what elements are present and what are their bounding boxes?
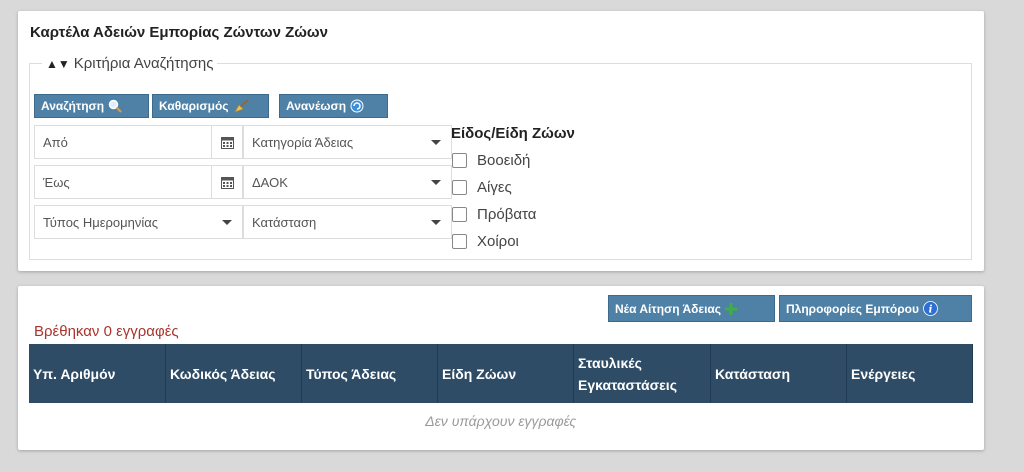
species-label: Πρόβατα: [477, 206, 537, 223]
species-title: Είδος/Είδη Ζώων: [451, 125, 575, 142]
species-option-cattle[interactable]: Βοοειδή: [452, 152, 530, 169]
column-header[interactable]: Τύπος Άδειας: [301, 344, 438, 403]
checkbox[interactable]: [452, 234, 467, 249]
column-header[interactable]: Κατάσταση: [710, 344, 847, 403]
collapse-arrows-icon[interactable]: ▲▼: [46, 57, 70, 71]
checkbox[interactable]: [452, 180, 467, 195]
date-to-placeholder: Έως: [43, 174, 70, 190]
clear-button[interactable]: Καθαρισμός: [152, 94, 269, 118]
search-button-label: Αναζήτηση: [41, 99, 105, 113]
results-panel: Νέα Αίτηση Άδειας Πληροφορίες Εμπόρου i …: [18, 286, 984, 450]
refresh-button-label: Ανανέωση: [286, 99, 347, 113]
chevron-down-icon: [421, 126, 451, 158]
table-header-row: Υπ. Αριθμόν Κωδικός Άδειας Τύπος Άδειας …: [29, 344, 973, 403]
calendar-icon[interactable]: [211, 166, 242, 198]
new-request-label: Νέα Αίτηση Άδειας: [615, 301, 722, 316]
license-category-value: Κατηγορία Άδειας: [252, 134, 354, 150]
criteria-legend-label: Κριτήρια Αναζήτησης: [73, 55, 214, 72]
checkbox[interactable]: [452, 153, 467, 168]
chevron-down-icon: [421, 166, 451, 198]
merchant-info-button[interactable]: Πληροφορίες Εμπόρου i: [779, 295, 972, 322]
clear-button-label: Καθαρισμός: [159, 99, 229, 113]
license-category-select[interactable]: Κατηγορία Άδειας: [243, 125, 452, 159]
magnifier-icon: [108, 99, 122, 113]
table-row: Δεν υπάρχουν εγγραφές: [29, 403, 973, 439]
date-from-placeholder: Από: [43, 134, 68, 150]
column-header[interactable]: Είδη Ζώων: [437, 344, 574, 403]
empty-table-message: Δεν υπάρχουν εγγραφές: [425, 413, 577, 429]
species-option-pigs[interactable]: Χοίροι: [452, 233, 519, 250]
species-label: Βοοειδή: [477, 152, 531, 169]
plus-icon: [725, 302, 738, 315]
calendar-icon[interactable]: [211, 126, 242, 158]
column-header: Ενέργειες: [846, 344, 973, 403]
species-label: Αίγες: [477, 179, 512, 196]
species-option-goats[interactable]: Αίγες: [452, 179, 512, 196]
new-license-request-button[interactable]: Νέα Αίτηση Άδειας: [608, 295, 775, 322]
info-icon: i: [923, 301, 938, 316]
column-header[interactable]: Υπ. Αριθμόν: [29, 344, 166, 403]
daok-value: ΔΑΟΚ: [252, 174, 288, 190]
criteria-legend[interactable]: ▲▼ Κριτήρια Αναζήτησης: [42, 55, 217, 72]
records-found-text: Βρέθηκαν 0 εγγραφές: [34, 323, 179, 340]
merchant-info-label: Πληροφορίες Εμπόρου: [786, 301, 919, 316]
search-button[interactable]: Αναζήτηση: [34, 94, 149, 118]
date-from-field[interactable]: Από: [34, 125, 243, 159]
checkbox[interactable]: [452, 207, 467, 222]
results-table: Υπ. Αριθμόν Κωδικός Άδειας Τύπος Άδειας …: [29, 344, 973, 439]
species-label: Χοίροι: [477, 233, 519, 250]
search-panel: Καρτέλα Αδειών Εμπορίας Ζώντων Ζώων ▲▼ Κρ…: [18, 11, 984, 271]
daok-select[interactable]: ΔΑΟΚ: [243, 165, 452, 199]
svg-text:i: i: [929, 305, 933, 316]
column-header[interactable]: Κωδικός Άδειας: [165, 344, 302, 403]
species-option-sheep[interactable]: Πρόβατα: [452, 206, 536, 223]
broom-icon: [233, 99, 249, 113]
chevron-down-icon: [421, 206, 451, 238]
date-type-select[interactable]: Τύπος Ημερομηνίας: [34, 205, 243, 239]
status-select[interactable]: Κατάσταση: [243, 205, 452, 239]
chevron-down-icon: [212, 206, 242, 238]
date-to-field[interactable]: Έως: [34, 165, 243, 199]
column-header[interactable]: Σταυλικές Εγκαταστάσεις: [573, 344, 711, 403]
status-value: Κατάσταση: [252, 214, 317, 230]
page-title: Καρτέλα Αδειών Εμπορίας Ζώντων Ζώων: [30, 24, 328, 41]
refresh-icon: [350, 99, 364, 113]
refresh-button[interactable]: Ανανέωση: [279, 94, 388, 118]
date-type-value: Τύπος Ημερομηνίας: [43, 214, 159, 230]
